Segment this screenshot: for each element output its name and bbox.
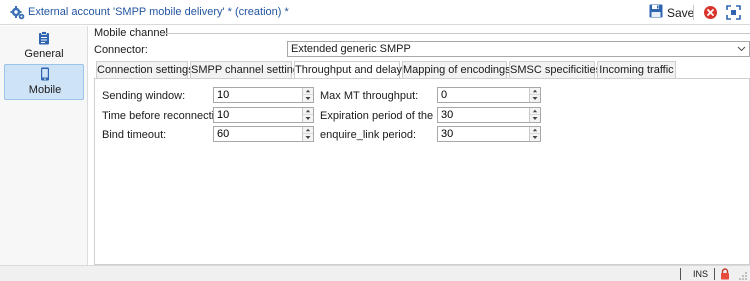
close-button[interactable] — [703, 5, 718, 20]
save-button[interactable]: Save — [649, 4, 694, 21]
arrow-up-icon[interactable] — [303, 108, 313, 115]
max-mt-throughput-stepper[interactable] — [437, 87, 541, 103]
stepper-arrows — [529, 88, 540, 102]
expiration-period-mt-stepper[interactable] — [437, 107, 541, 123]
max-mt-throughput-input[interactable] — [438, 88, 529, 102]
tab-mapping-of-encodings[interactable]: Mapping of encodings — [402, 61, 511, 79]
tab-incoming-traffic[interactable]: Incoming traffic — [597, 61, 676, 79]
lock-icon — [720, 268, 730, 280]
time-before-reconnection-label: Time before reconnection: — [102, 110, 230, 122]
sidebar: General Mobile — [0, 26, 88, 265]
stepper-arrows — [302, 108, 313, 122]
connector-select[interactable]: Extended generic SMPP — [287, 41, 750, 57]
window-title: External account 'SMPP mobile delivery' … — [28, 6, 289, 18]
connector-select-value: Extended generic SMPP — [291, 43, 411, 55]
insert-mode-indicator: INS — [693, 269, 709, 279]
sending-window-label: Sending window: — [102, 90, 186, 102]
sidebar-item-general[interactable]: General — [4, 29, 84, 65]
connector-label: Connector: — [94, 44, 148, 56]
status-bar: INS — [0, 265, 750, 281]
sidebar-item-label: Mobile — [28, 84, 62, 96]
expiration-period-mt-input[interactable] — [438, 108, 529, 122]
stepper-arrows — [529, 127, 540, 141]
toolbar-divider — [693, 5, 694, 20]
tab-strip: Connection settings SMPP channel setting… — [94, 61, 750, 80]
clipboard-icon — [38, 31, 50, 45]
expiration-period-mt-label: Expiration period of the MT: — [320, 110, 454, 122]
arrow-down-icon[interactable] — [530, 115, 540, 122]
arrow-up-icon[interactable] — [303, 127, 313, 134]
bind-timeout-label: Bind timeout: — [102, 129, 167, 141]
section-divider — [160, 33, 750, 34]
stepper-arrows — [302, 88, 313, 102]
arrow-up-icon[interactable] — [530, 127, 540, 134]
enquire-link-period-label: enquire_link period: — [320, 129, 417, 141]
arrow-up-icon[interactable] — [530, 88, 540, 95]
save-button-label: Save — [667, 5, 695, 20]
sending-window-input[interactable] — [214, 88, 302, 102]
sidebar-item-label: General — [24, 48, 64, 60]
bind-timeout-input[interactable] — [214, 127, 302, 141]
fit-frame-icon — [726, 5, 741, 20]
arrow-up-icon[interactable] — [303, 88, 313, 95]
enquire-link-period-stepper[interactable] — [437, 126, 541, 142]
time-before-reconnection-stepper[interactable] — [213, 107, 314, 123]
stepper-arrows — [529, 108, 540, 122]
bind-timeout-stepper[interactable] — [213, 126, 314, 142]
tab-smpp-channel-settings[interactable]: SMPP channel settings — [190, 61, 305, 79]
gear-settings-icon — [10, 5, 25, 20]
arrow-down-icon[interactable] — [303, 95, 313, 102]
fit-to-window-button[interactable] — [726, 5, 741, 20]
chevron-down-icon — [737, 42, 746, 56]
close-icon — [704, 6, 717, 19]
arrow-up-icon[interactable] — [530, 108, 540, 115]
mobile-phone-icon — [39, 67, 51, 81]
status-divider — [714, 268, 715, 280]
arrow-down-icon[interactable] — [530, 95, 540, 102]
tab-connection-settings[interactable]: Connection settings — [96, 61, 194, 79]
section-title: Mobile channel — [94, 27, 168, 39]
resize-grip-icon[interactable] — [738, 271, 748, 281]
sidebar-item-mobile[interactable]: Mobile — [4, 64, 84, 100]
arrow-down-icon[interactable] — [530, 134, 540, 141]
enquire-link-period-input[interactable] — [438, 127, 529, 141]
stepper-arrows — [302, 127, 313, 141]
tab-smsc-specificities[interactable]: SMSC specificities — [509, 61, 601, 79]
arrow-down-icon[interactable] — [303, 134, 313, 141]
status-divider — [680, 268, 681, 280]
floppy-disk-icon — [649, 4, 663, 21]
tab-panel-throughput — [94, 78, 750, 265]
time-before-reconnection-input[interactable] — [214, 108, 302, 122]
max-mt-throughput-label: Max MT throughput: — [320, 90, 419, 102]
sending-window-stepper[interactable] — [213, 87, 314, 103]
arrow-down-icon[interactable] — [303, 115, 313, 122]
title-bar: External account 'SMPP mobile delivery' … — [0, 0, 750, 25]
